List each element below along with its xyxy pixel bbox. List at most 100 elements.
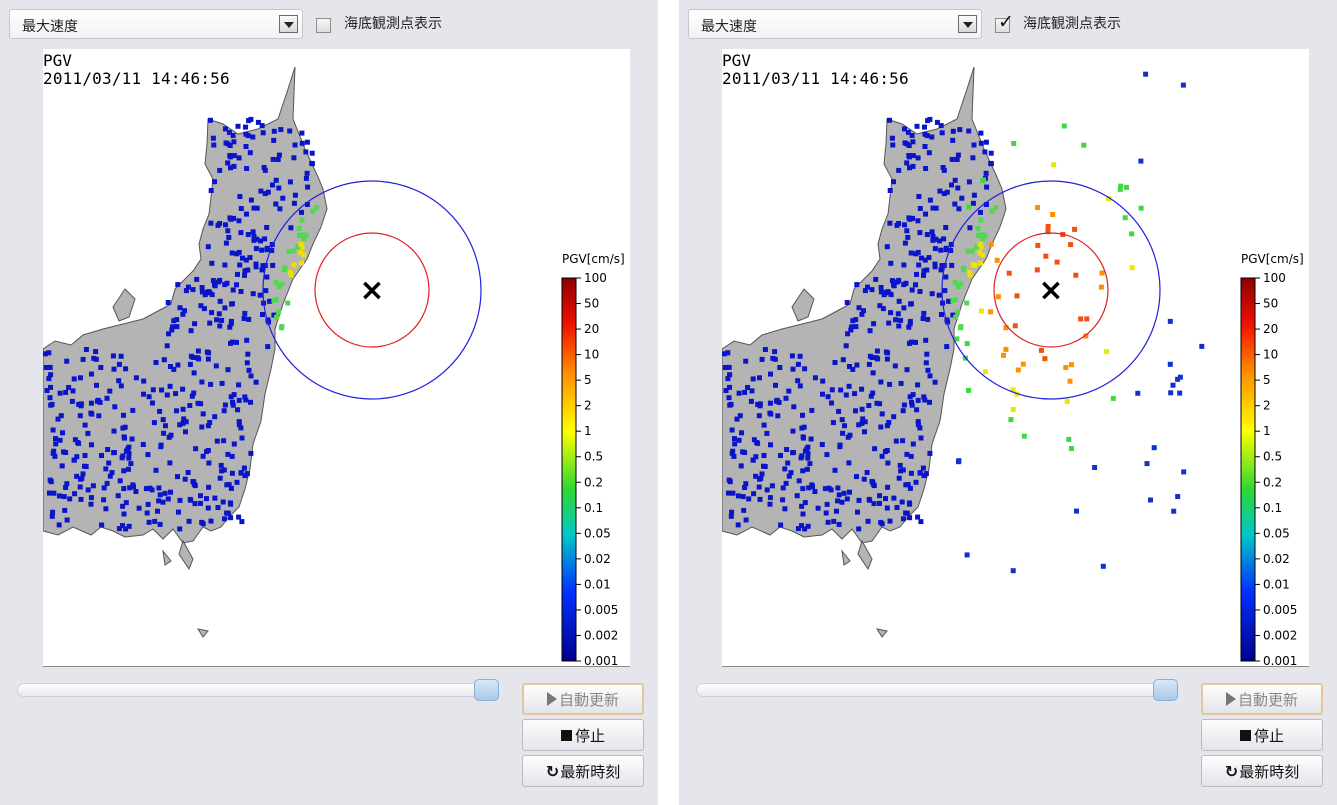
seafloor-station-markers xyxy=(954,71,1205,574)
station-marker xyxy=(57,437,63,443)
station-marker xyxy=(223,240,229,246)
station-marker xyxy=(840,357,846,363)
station-marker xyxy=(925,118,931,124)
stop-button[interactable]: 停止 xyxy=(522,719,644,751)
latest-time-button[interactable]: ↻ 最新時刻 xyxy=(522,755,644,787)
seafloor-station-marker xyxy=(994,257,1000,263)
station-marker xyxy=(90,483,96,489)
station-marker xyxy=(961,265,967,271)
seafloor-station-marker xyxy=(1015,367,1021,373)
station-marker xyxy=(831,518,837,524)
station-marker xyxy=(784,447,790,452)
right-panel: 最大速度 ✓ 海底観測点表示 × PGV[cm/s] 100 50 20 10 … xyxy=(679,0,1337,805)
station-marker xyxy=(836,521,842,527)
station-marker xyxy=(229,453,235,459)
time-slider-track[interactable] xyxy=(696,683,1176,697)
chevron-down-icon[interactable] xyxy=(958,15,977,33)
station-marker xyxy=(199,379,205,385)
station-marker xyxy=(757,496,763,502)
station-marker xyxy=(921,268,927,274)
seafloor-checkbox-label[interactable]: 海底観測点表示 xyxy=(344,13,442,33)
station-marker xyxy=(938,123,944,129)
station-marker xyxy=(877,401,883,407)
station-marker xyxy=(254,205,260,211)
station-marker xyxy=(93,349,99,355)
time-slider-thumb[interactable] xyxy=(1153,679,1178,701)
seafloor-station-marker xyxy=(1092,465,1098,470)
seafloor-checkbox[interactable]: ✓ xyxy=(995,13,1014,33)
station-marker xyxy=(918,519,924,525)
seafloor-checkbox-label[interactable]: 海底観測点表示 xyxy=(1023,13,1121,33)
station-marker xyxy=(304,170,310,176)
legend-title: PGV[cm/s] xyxy=(1241,252,1304,266)
seafloor-station-marker xyxy=(964,552,970,558)
station-marker xyxy=(250,291,256,297)
seafloor-checkbox[interactable] xyxy=(316,18,331,33)
auto-update-button[interactable]: 自動更新 xyxy=(1201,683,1323,715)
station-marker xyxy=(901,402,907,408)
station-marker xyxy=(192,321,198,327)
station-marker xyxy=(913,339,918,345)
station-marker xyxy=(942,288,948,294)
station-marker xyxy=(988,160,994,166)
station-marker xyxy=(253,379,259,385)
seafloor-station-marker xyxy=(1008,417,1014,423)
chevron-down-icon[interactable] xyxy=(279,15,298,33)
station-marker xyxy=(812,375,818,381)
measure-select-value: 最大速度 xyxy=(701,19,757,35)
station-marker xyxy=(915,419,921,425)
station-marker xyxy=(199,424,205,430)
station-marker xyxy=(125,446,131,452)
station-marker xyxy=(216,311,222,317)
station-marker xyxy=(274,314,280,320)
station-marker xyxy=(186,518,192,524)
seafloor-station-marker xyxy=(1068,242,1074,248)
measure-select[interactable]: 最大速度 xyxy=(9,9,303,39)
time-slider-track[interactable] xyxy=(17,683,497,697)
station-marker xyxy=(926,150,932,156)
station-marker xyxy=(288,225,294,231)
station-marker xyxy=(822,486,828,492)
station-marker xyxy=(854,474,859,480)
station-marker xyxy=(189,393,195,399)
seafloor-station-marker xyxy=(1064,398,1070,404)
station-marker xyxy=(984,184,990,190)
station-marker xyxy=(874,348,880,354)
station-marker xyxy=(305,184,311,190)
station-marker xyxy=(970,200,976,206)
station-marker xyxy=(230,399,235,405)
auto-update-button[interactable]: 自動更新 xyxy=(522,683,644,715)
seafloor-station-marker xyxy=(988,309,994,315)
station-marker xyxy=(123,500,129,506)
time-slider-thumb[interactable] xyxy=(474,679,499,701)
station-marker xyxy=(296,226,302,232)
station-marker xyxy=(800,468,806,474)
station-marker xyxy=(755,440,761,446)
station-marker xyxy=(767,495,773,501)
auto-update-label: 自動更新 xyxy=(558,690,619,709)
station-marker xyxy=(883,290,889,295)
station-marker xyxy=(62,507,68,513)
latest-time-button[interactable]: ↻ 最新時刻 xyxy=(1201,755,1323,787)
station-marker xyxy=(896,277,902,283)
station-marker xyxy=(883,496,888,502)
station-marker xyxy=(61,494,67,500)
station-marker xyxy=(907,318,913,324)
station-marker xyxy=(246,316,252,322)
station-marker xyxy=(168,364,173,369)
map-canvas: × PGV[cm/s] 100 50 20 10 5 2 1 0.5 0.2 0.1 0.05 0.0… xyxy=(43,66,625,666)
station-marker xyxy=(111,366,117,372)
station-marker xyxy=(957,127,963,133)
measure-select[interactable]: 最大速度 xyxy=(688,9,982,39)
station-marker xyxy=(158,442,164,448)
station-marker xyxy=(891,179,896,185)
station-marker xyxy=(160,499,166,505)
station-marker xyxy=(237,262,243,268)
station-marker xyxy=(892,363,898,369)
station-marker xyxy=(116,361,122,367)
station-marker xyxy=(222,262,228,268)
station-marker xyxy=(53,441,59,447)
legend-tick-label: 20 xyxy=(584,322,599,336)
station-marker xyxy=(225,451,231,457)
stop-button[interactable]: 停止 xyxy=(1201,719,1323,751)
